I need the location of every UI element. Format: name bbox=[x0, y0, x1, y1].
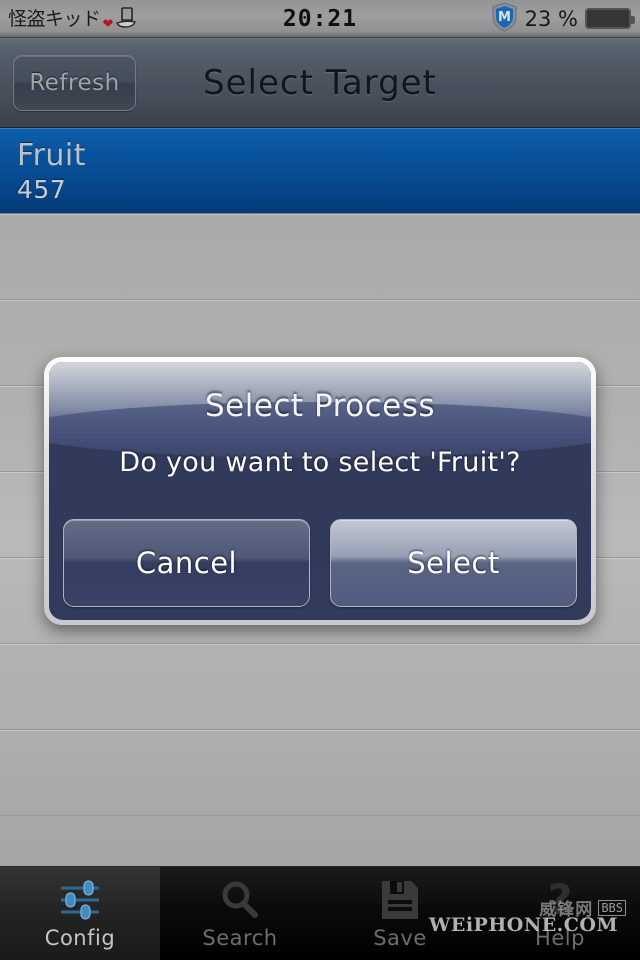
tab-save[interactable]: Save bbox=[320, 867, 480, 960]
dialog-inner: Select Process Do you want to select 'Fr… bbox=[49, 362, 591, 620]
tab-help[interactable]: ? Help bbox=[480, 867, 640, 960]
tab-config-label: Config bbox=[44, 925, 116, 950]
cancel-button-label: Cancel bbox=[135, 546, 238, 580]
tab-config[interactable]: Config bbox=[0, 867, 160, 960]
select-button[interactable]: Select bbox=[330, 519, 577, 607]
dialog-message: Do you want to select 'Fruit'? bbox=[119, 447, 521, 478]
sliders-icon bbox=[57, 878, 103, 922]
floppy-disk-icon bbox=[379, 878, 421, 922]
select-process-dialog: Select Process Do you want to select 'Fr… bbox=[44, 357, 596, 625]
dialog-body: Select Process Do you want to select 'Fr… bbox=[49, 388, 591, 478]
tab-search[interactable]: Search bbox=[160, 867, 320, 960]
tab-search-label: Search bbox=[202, 925, 278, 950]
svg-text:?: ? bbox=[548, 878, 572, 922]
question-mark-icon: ? bbox=[540, 878, 580, 922]
tab-help-label: Help bbox=[535, 925, 585, 950]
select-button-label: Select bbox=[407, 546, 500, 580]
magnifier-icon bbox=[218, 878, 262, 922]
dialog-button-row: Cancel Select bbox=[49, 519, 591, 607]
dialog-title: Select Process bbox=[204, 388, 436, 424]
tab-bar: Config Search Save ? Help bbox=[0, 866, 640, 960]
cancel-button[interactable]: Cancel bbox=[63, 519, 310, 607]
tab-save-label: Save bbox=[373, 925, 427, 950]
